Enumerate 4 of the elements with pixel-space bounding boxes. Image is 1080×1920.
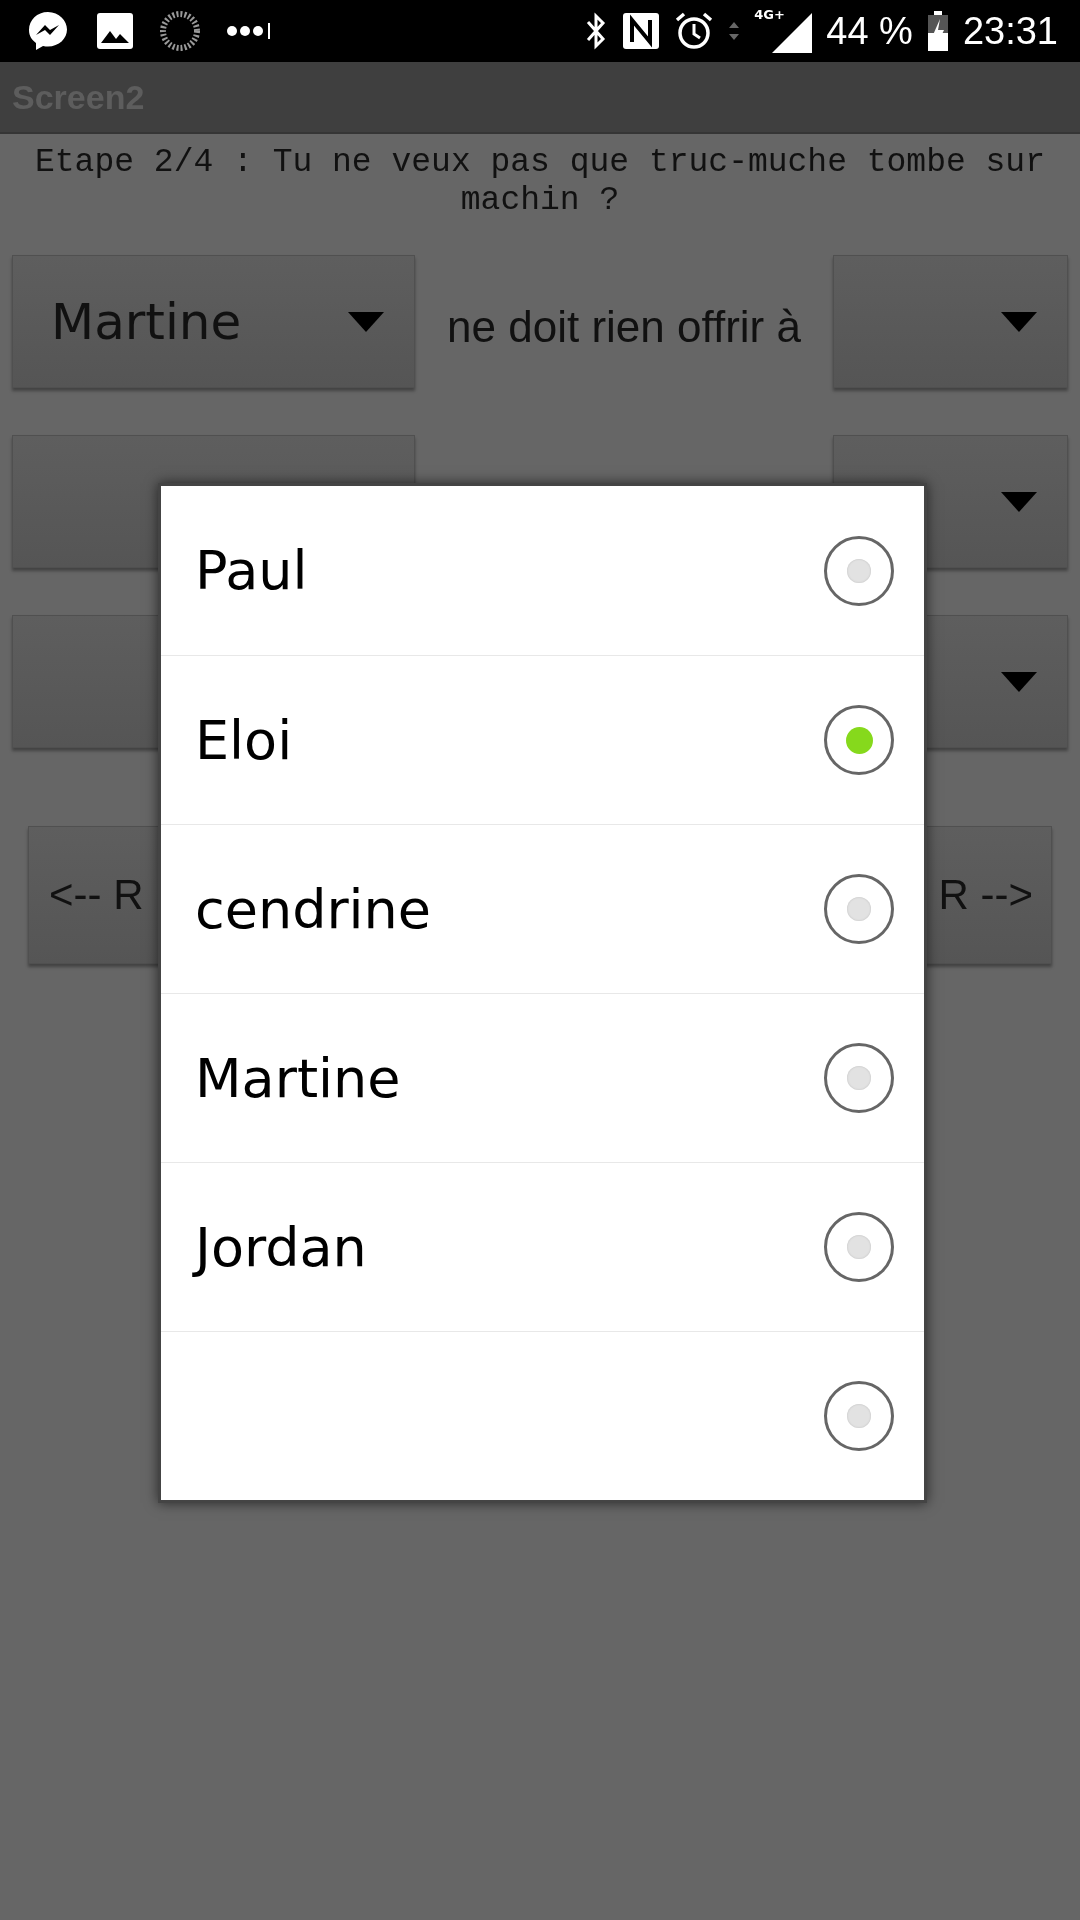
- step-prompt: Etape 2/4 : Tu ne veux pas que truc-muche tombe sur machin ?: [34, 144, 1046, 220]
- battery-percentage: 44 %: [826, 9, 913, 53]
- clock: 23:31: [962, 9, 1058, 53]
- rule-label: ne doit rien offrir à: [446, 300, 802, 352]
